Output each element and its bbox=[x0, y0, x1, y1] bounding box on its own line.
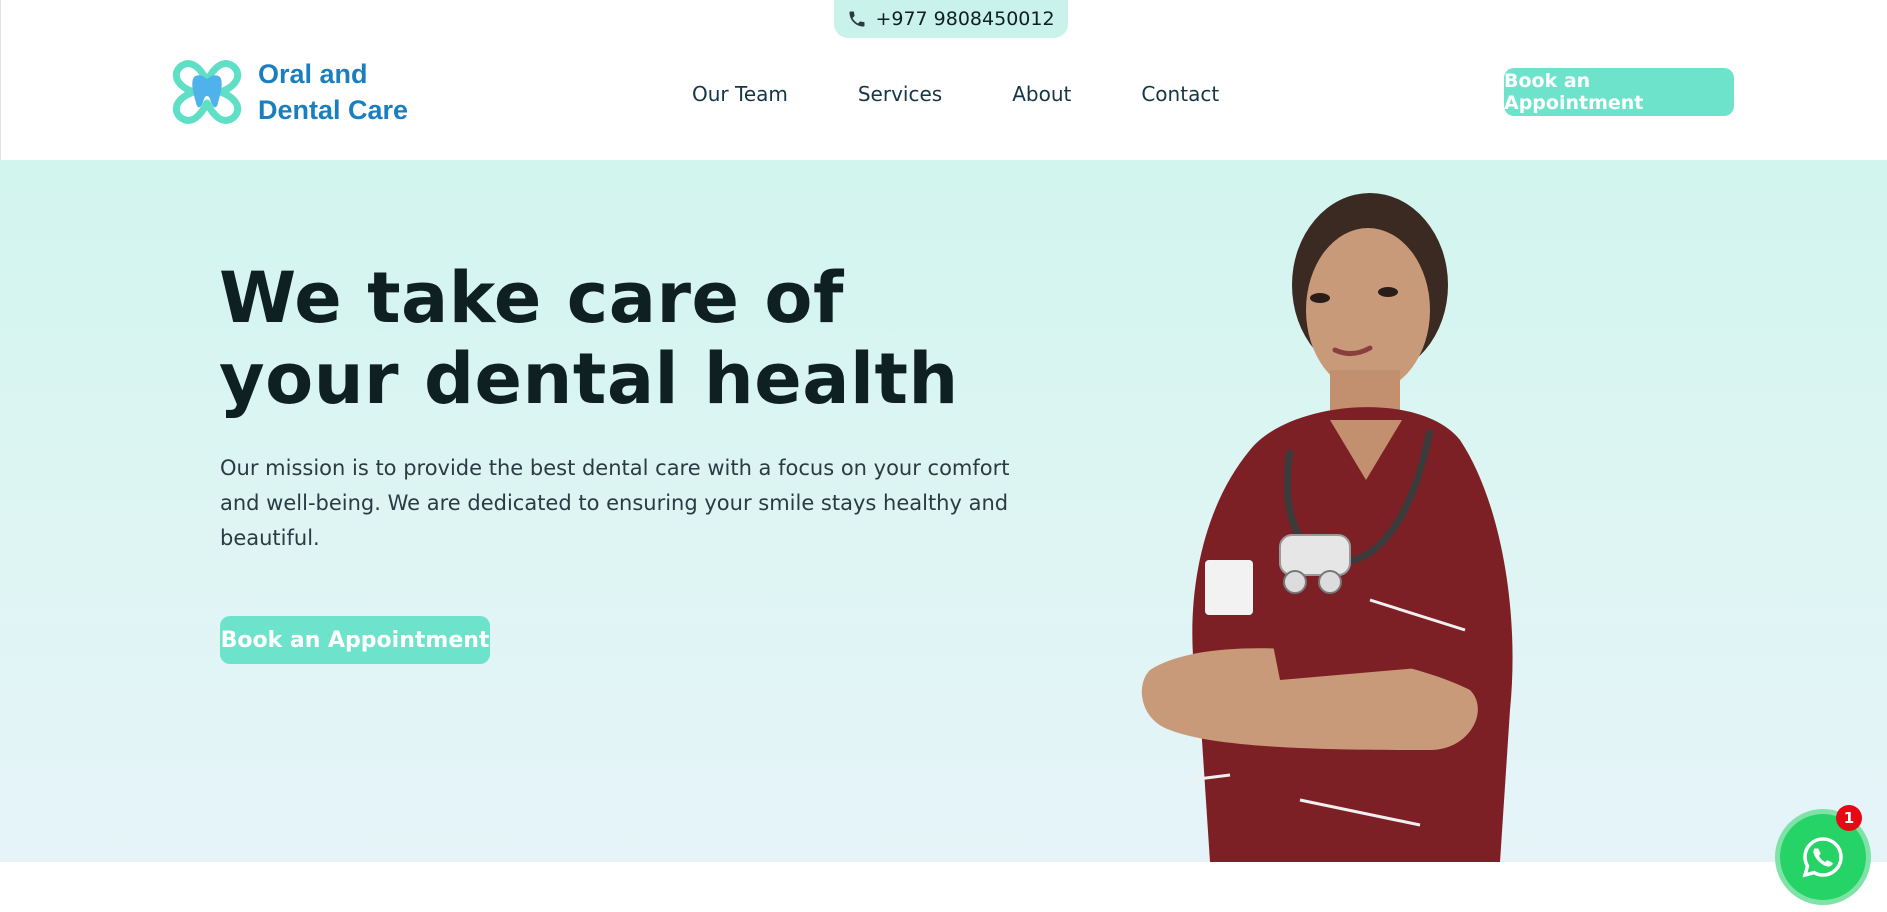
hero-section: We take care of your dental health Our m… bbox=[0, 160, 1887, 862]
phone-number: +977 9808450012 bbox=[875, 8, 1055, 30]
hero-title: We take care of your dental health bbox=[219, 258, 979, 420]
hero-title-line-2: your dental health bbox=[219, 338, 959, 420]
logo-line-2: Dental Care bbox=[258, 95, 409, 125]
nav-item-about[interactable]: About bbox=[1012, 82, 1071, 106]
tooth-logo-icon bbox=[172, 60, 242, 124]
nav-item-our-team[interactable]: Our Team bbox=[692, 82, 788, 106]
hero-description: Our mission is to provide the best denta… bbox=[220, 456, 1010, 550]
hero-book-appointment-button[interactable]: Book an Appointment bbox=[220, 616, 490, 664]
hero-title-line-1: We take care of bbox=[219, 257, 844, 339]
nav-item-contact[interactable]: Contact bbox=[1141, 82, 1219, 106]
dentist-photo bbox=[1141, 193, 1513, 862]
whatsapp-icon bbox=[1802, 837, 1843, 878]
notification-badge: 1 bbox=[1836, 805, 1862, 831]
phone-pill[interactable]: +977 9808450012 bbox=[834, 0, 1068, 38]
main-nav: Our Team Services About Contact bbox=[692, 82, 1219, 106]
logo-line-1: Oral and bbox=[258, 59, 368, 89]
phone-icon bbox=[849, 11, 865, 27]
nav-item-services[interactable]: Services bbox=[858, 82, 942, 106]
logo[interactable]: Oral and Dental Care bbox=[170, 55, 408, 129]
header-book-appointment-button[interactable]: Book an Appointment bbox=[1504, 68, 1734, 116]
